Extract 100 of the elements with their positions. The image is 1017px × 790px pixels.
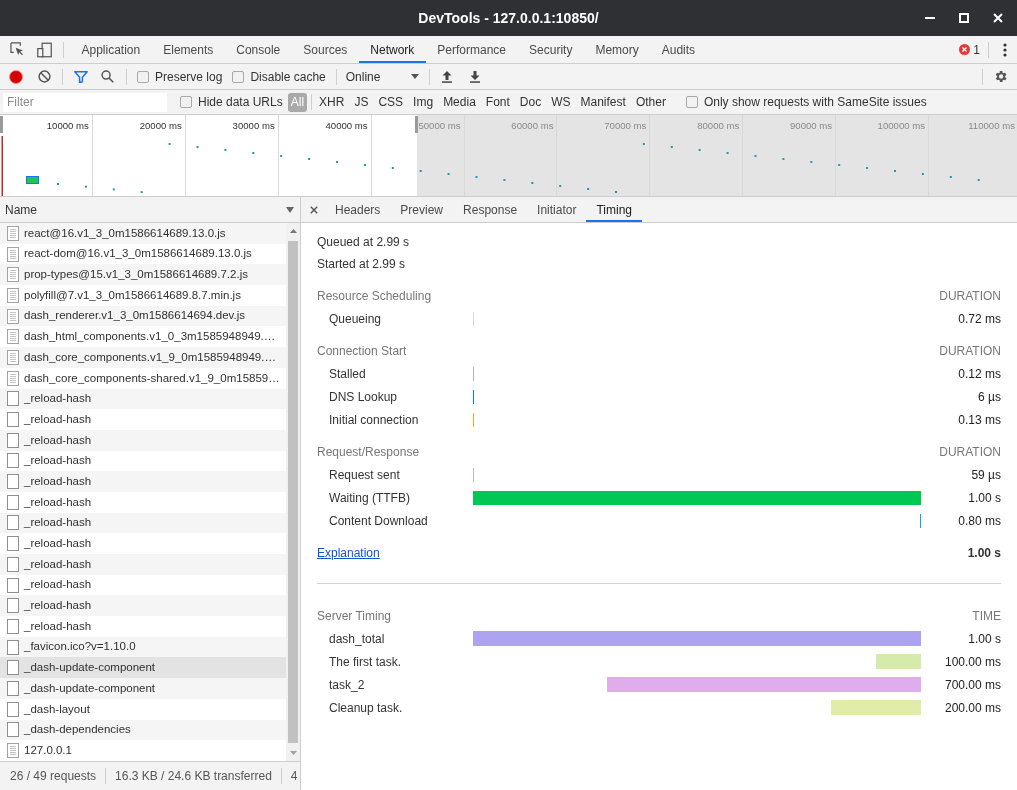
panel-tab[interactable]: Sources (291, 36, 359, 63)
range-handle[interactable] (415, 116, 419, 133)
started-text: Started at 2.99 s (317, 256, 406, 273)
document-icon (7, 743, 19, 759)
error-count[interactable]: 1 (973, 40, 980, 59)
request-row[interactable]: prop-types@15.v1_3_0m1586614689.7.2.js (0, 264, 286, 286)
detail-tab[interactable]: Headers (325, 197, 391, 222)
maximize-icon[interactable] (959, 13, 969, 23)
selected-range[interactable] (0, 115, 417, 196)
search-icon[interactable] (101, 70, 114, 83)
time-tick-label: 20000 ms (139, 119, 182, 132)
request-row[interactable]: _favicon.ico?v=1.10.0 (0, 636, 286, 658)
document-icon (7, 287, 19, 303)
detail-tab[interactable]: Initiator (527, 197, 587, 222)
type-filter-button[interactable]: JS (351, 92, 372, 112)
request-row[interactable]: dash_renderer.v1_3_0m1586614694.dev.js (0, 305, 286, 327)
duration-value: 200.00 ms (944, 700, 1001, 715)
blank-document-icon (7, 701, 19, 717)
request-row[interactable]: _reload-hash (0, 388, 286, 410)
scrollbar-thumb[interactable] (288, 241, 298, 743)
column-label: DURATION (939, 342, 1001, 360)
request-row[interactable]: _dash-update-component (0, 678, 286, 699)
detail-tab[interactable]: Preview (390, 197, 454, 222)
range-handle[interactable] (0, 116, 3, 133)
detail-tab[interactable]: Response (453, 197, 528, 222)
inspect-element-icon[interactable] (10, 42, 25, 57)
blank-document-icon (7, 453, 19, 469)
scroll-down-icon[interactable] (289, 751, 297, 755)
request-row[interactable]: react@16.v1_3_0m1586614689.13.0.js (0, 223, 286, 244)
checkbox[interactable] (180, 96, 192, 108)
timing-label: task_2 (329, 677, 365, 692)
timing-label: Content Download (329, 513, 428, 528)
time-tick-label: 50000 ms (418, 119, 461, 132)
type-filter-button[interactable]: WS (548, 92, 574, 112)
record-icon[interactable] (9, 69, 23, 84)
detail-tab[interactable]: Timing (586, 197, 642, 222)
panel-tab[interactable]: Performance (425, 36, 518, 63)
filter-icon[interactable] (74, 70, 88, 83)
request-row[interactable]: _reload-hash (0, 512, 286, 534)
upload-icon[interactable] (440, 70, 453, 83)
checkbox-label: Only show requests with SameSite issues (703, 94, 927, 111)
timing-label: dash_total (329, 631, 385, 646)
blank-document-icon (7, 432, 19, 448)
type-filter-button[interactable]: CSS (375, 92, 407, 112)
section-title: Resource Scheduling (317, 287, 432, 305)
document-icon (7, 349, 19, 365)
request-row[interactable]: _reload-hash (0, 595, 286, 617)
panel-tab[interactable]: Audits (650, 36, 707, 63)
timing-label: Stalled (329, 366, 366, 381)
event-marker-line (1, 136, 3, 196)
throttling-select[interactable]: Online (345, 67, 422, 86)
duration-value: 1.00 s (968, 631, 1001, 646)
request-row[interactable]: _reload-hash (0, 429, 286, 451)
section-title: Connection Start (317, 342, 407, 360)
scrollbar[interactable] (286, 223, 300, 761)
type-filter-button[interactable]: Font (482, 92, 513, 112)
request-row[interactable]: _dash-dependencies (0, 719, 286, 741)
duration-value: 0.12 ms (958, 366, 1001, 381)
document-icon (7, 246, 19, 262)
type-filter-button[interactable]: Media (440, 92, 479, 112)
document-icon (7, 370, 19, 386)
checkbox[interactable] (232, 70, 245, 83)
explanation-link[interactable]: Explanation (317, 543, 380, 562)
close-icon[interactable] (310, 205, 318, 214)
status-text: 4 (290, 768, 298, 785)
more-options-icon[interactable] (1003, 42, 1007, 57)
type-filter-button[interactable]: Manifest (577, 92, 629, 112)
duration-value: 0.80 ms (958, 513, 1001, 528)
window-title: DevTools - 127.0.0.1:10850/ (418, 8, 599, 28)
panel-tab[interactable]: Security (517, 36, 584, 63)
request-row[interactable]: dash_core_components.v1_9_0m1585948949.… (0, 347, 286, 368)
scroll-up-icon[interactable] (289, 229, 297, 233)
request-row[interactable]: _reload-hash (0, 471, 286, 492)
time-tick-label: 80000 ms (697, 119, 740, 132)
checkbox[interactable] (137, 70, 149, 83)
timing-label: Initial connection (329, 412, 419, 427)
name-column-header[interactable]: Name (0, 197, 300, 223)
blank-document-icon (7, 618, 19, 634)
request-row[interactable]: _reload-hash (0, 554, 286, 575)
panel-tab[interactable]: Memory (583, 36, 651, 63)
error-icon[interactable] (959, 44, 971, 55)
filter-field[interactable]: Filter (3, 92, 167, 112)
type-filter-button[interactable]: XHR (316, 92, 348, 112)
checkbox[interactable] (685, 96, 698, 108)
status-text: 26 / 49 requests (10, 768, 97, 785)
clear-icon[interactable] (38, 70, 51, 83)
panel-tab[interactable]: Elements (151, 36, 225, 63)
blank-document-icon (7, 474, 19, 490)
request-row[interactable]: _dash-update-component (0, 657, 286, 679)
panel-tab[interactable]: Console (224, 36, 292, 63)
time-tick-label: 70000 ms (604, 119, 647, 132)
type-filter-button[interactable]: Other (632, 92, 669, 112)
settings-icon[interactable] (993, 69, 1008, 84)
panel-tab[interactable]: Application (70, 36, 152, 63)
timing-label: Cleanup task. (329, 700, 403, 715)
download-icon[interactable] (468, 70, 481, 83)
device-toolbar-icon[interactable] (37, 41, 52, 58)
type-filter-button[interactable]: Doc (516, 92, 545, 112)
duration-value: 59 µs (971, 467, 1001, 482)
type-filter-button[interactable]: Img (410, 92, 437, 112)
